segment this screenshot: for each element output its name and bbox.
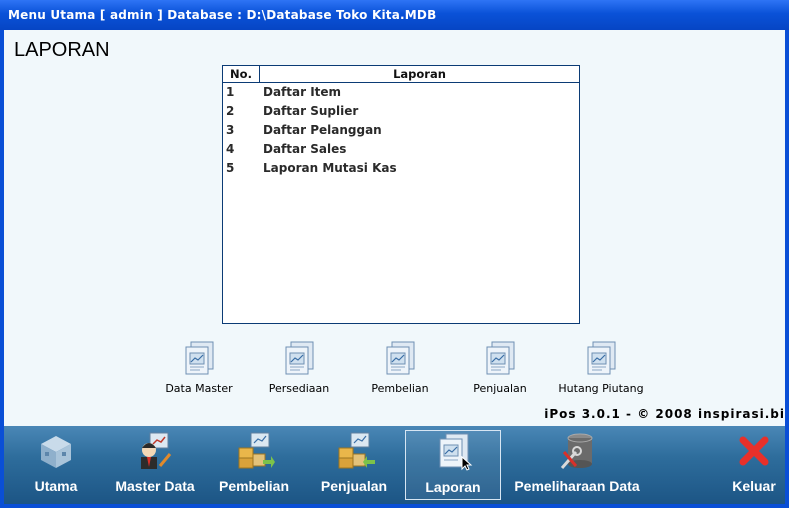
main-toolbar: Utama Master Data Pembelian Penjualan La…: [4, 426, 785, 504]
row-label: Daftar Item: [263, 85, 342, 99]
keluar-label: Keluar: [732, 478, 776, 494]
report-doc-icon: [486, 341, 515, 375]
version-text: iPos 3.0.1 - © 2008 inspirasi.bi: [544, 407, 785, 421]
table-header: No. Laporan: [223, 66, 579, 83]
laporan-label: Laporan: [425, 479, 481, 495]
sales-icon: [338, 432, 375, 469]
row-number: 4: [226, 142, 235, 156]
keluar-button[interactable]: Keluar: [726, 430, 782, 500]
category-data-master[interactable]: Data Master: [154, 340, 244, 395]
report-doc-icon: [386, 341, 415, 375]
row-number: 3: [226, 123, 235, 137]
master-data-icon: [141, 432, 172, 469]
table-row[interactable]: 4 Daftar Sales: [223, 140, 579, 159]
database-tools-icon: [560, 433, 593, 469]
pembelian-label: Pembelian: [218, 478, 290, 494]
report-table: No. Laporan 1 Daftar Item 2 Daftar Supli…: [222, 65, 580, 324]
category-label: Hutang Piutang: [558, 382, 644, 395]
category-persediaan[interactable]: Persediaan: [254, 340, 344, 395]
report-doc-icon: [185, 341, 214, 375]
pemeliharaan-data-label: Pemeliharaan Data: [514, 478, 640, 494]
category-hutang-piutang[interactable]: Hutang Piutang: [556, 340, 646, 395]
table-row[interactable]: 5 Laporan Mutasi Kas: [223, 159, 579, 178]
category-label: Data Master: [165, 382, 233, 395]
row-number: 2: [226, 104, 235, 118]
utama-button[interactable]: Utama: [26, 430, 86, 500]
row-label: Daftar Suplier: [263, 104, 359, 118]
close-icon: [739, 436, 769, 466]
home-building-icon: [41, 436, 71, 468]
laporan-button[interactable]: Laporan: [405, 430, 501, 500]
window-title: Menu Utama [ admin ] Database : D:\Datab…: [0, 0, 789, 30]
penjualan-label: Penjualan: [320, 478, 388, 494]
row-label: Laporan Mutasi Kas: [263, 161, 397, 175]
report-icon: [439, 433, 473, 471]
column-header-laporan[interactable]: Laporan: [260, 66, 579, 82]
column-header-no[interactable]: No.: [223, 66, 260, 82]
category-pembelian[interactable]: Pembelian: [355, 340, 445, 395]
row-number: 1: [226, 85, 235, 99]
table-row[interactable]: 1 Daftar Item: [223, 83, 579, 102]
report-doc-icon: [285, 341, 314, 375]
purchase-icon: [238, 432, 275, 469]
report-doc-icon: [587, 341, 616, 375]
main-panel: LAPORAN No. Laporan 1 Daftar Item 2 Daft…: [4, 30, 785, 426]
window-border-bottom: [0, 504, 789, 508]
category-label: Persediaan: [268, 382, 330, 395]
row-label: Daftar Pelanggan: [263, 123, 382, 137]
penjualan-button[interactable]: Penjualan: [314, 430, 394, 500]
table-row[interactable]: 2 Daftar Suplier: [223, 102, 579, 121]
row-label: Daftar Sales: [263, 142, 347, 156]
category-label: Penjualan: [473, 382, 527, 395]
category-penjualan[interactable]: Penjualan: [455, 340, 545, 395]
utama-label: Utama: [34, 478, 78, 494]
page-title: LAPORAN: [14, 39, 110, 61]
pembelian-button[interactable]: Pembelian: [214, 430, 294, 500]
table-row[interactable]: 3 Daftar Pelanggan: [223, 121, 579, 140]
master-data-button[interactable]: Master Data: [110, 430, 200, 500]
master-data-label: Master Data: [115, 478, 195, 494]
category-label: Pembelian: [371, 382, 429, 395]
row-number: 5: [226, 161, 235, 175]
pemeliharaan-data-button[interactable]: Pemeliharaan Data: [510, 430, 644, 500]
